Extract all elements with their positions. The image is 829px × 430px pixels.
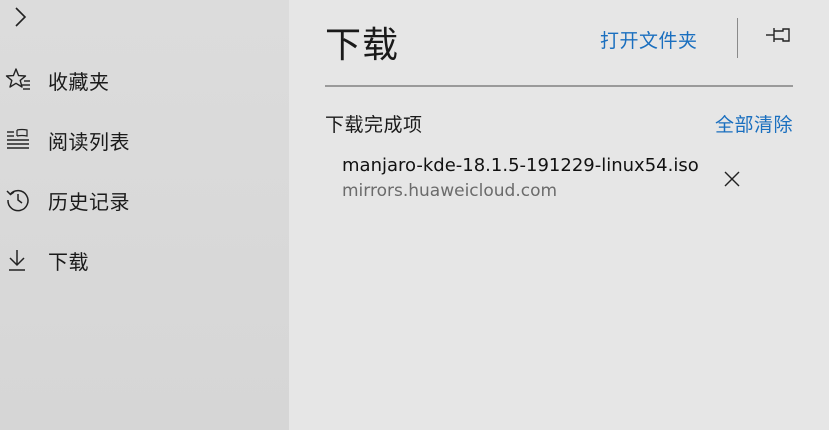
header-rule [325, 85, 793, 87]
remove-download-button[interactable] [721, 170, 743, 192]
download-source: mirrors.huaweicloud.com [342, 181, 558, 201]
sidebar-item-label: 历史记录 [48, 189, 130, 214]
download-arrow-icon [5, 247, 31, 273]
close-icon [723, 170, 741, 192]
favorites-star-icon [5, 67, 31, 93]
chevron-right-icon [13, 6, 27, 32]
download-file-name[interactable]: manjaro-kde-18.1.5-191229-linux54.iso [342, 155, 699, 176]
sidebar-item-label: 阅读列表 [48, 129, 130, 154]
open-folder-link[interactable]: 打开文件夹 [600, 26, 698, 53]
completed-downloads-heading: 下载完成项 [325, 114, 423, 136]
sidebar-item-label: 下载 [48, 249, 89, 274]
expand-sidebar-button[interactable] [6, 4, 34, 34]
history-icon [5, 187, 31, 213]
sidebar-item-label: 收藏夹 [48, 69, 110, 94]
pin-pane-button[interactable] [763, 24, 795, 50]
hub-sidebar: 收藏夹 阅读列表 历史记录 下载 [0, 0, 289, 430]
pin-icon [765, 25, 793, 49]
sidebar-item-history[interactable]: 历史记录 [0, 178, 289, 222]
clear-all-link[interactable]: 全部清除 [715, 110, 793, 137]
header-divider [737, 18, 738, 58]
edge-hub-window: 收藏夹 阅读列表 历史记录 下载 下载 打开文件夹 下载完成项 全部清除 man… [0, 0, 829, 430]
reading-list-icon [5, 127, 31, 153]
sidebar-item-downloads[interactable]: 下载 [0, 238, 289, 282]
page-title: 下载 [325, 25, 400, 66]
sidebar-item-favorites[interactable]: 收藏夹 [0, 58, 289, 102]
downloads-pane: 下载 打开文件夹 下载完成项 全部清除 manjaro-kde-18.1.5-1… [289, 0, 829, 430]
sidebar-item-reading-list[interactable]: 阅读列表 [0, 118, 289, 162]
download-list-item[interactable]: manjaro-kde-18.1.5-191229-linux54.iso mi… [325, 148, 793, 210]
